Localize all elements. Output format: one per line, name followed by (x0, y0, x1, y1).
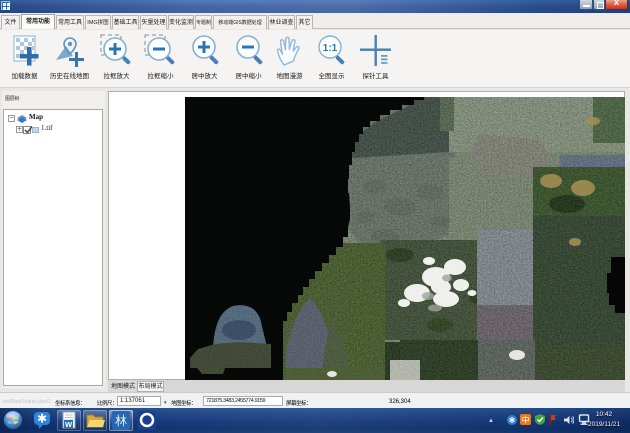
svg-text:1:1: 1:1 (322, 43, 337, 54)
svg-text:✱: ✱ (37, 412, 47, 426)
svg-text:W: W (65, 420, 73, 429)
svg-text:中: 中 (522, 415, 530, 425)
svg-text:林: 林 (115, 414, 127, 428)
